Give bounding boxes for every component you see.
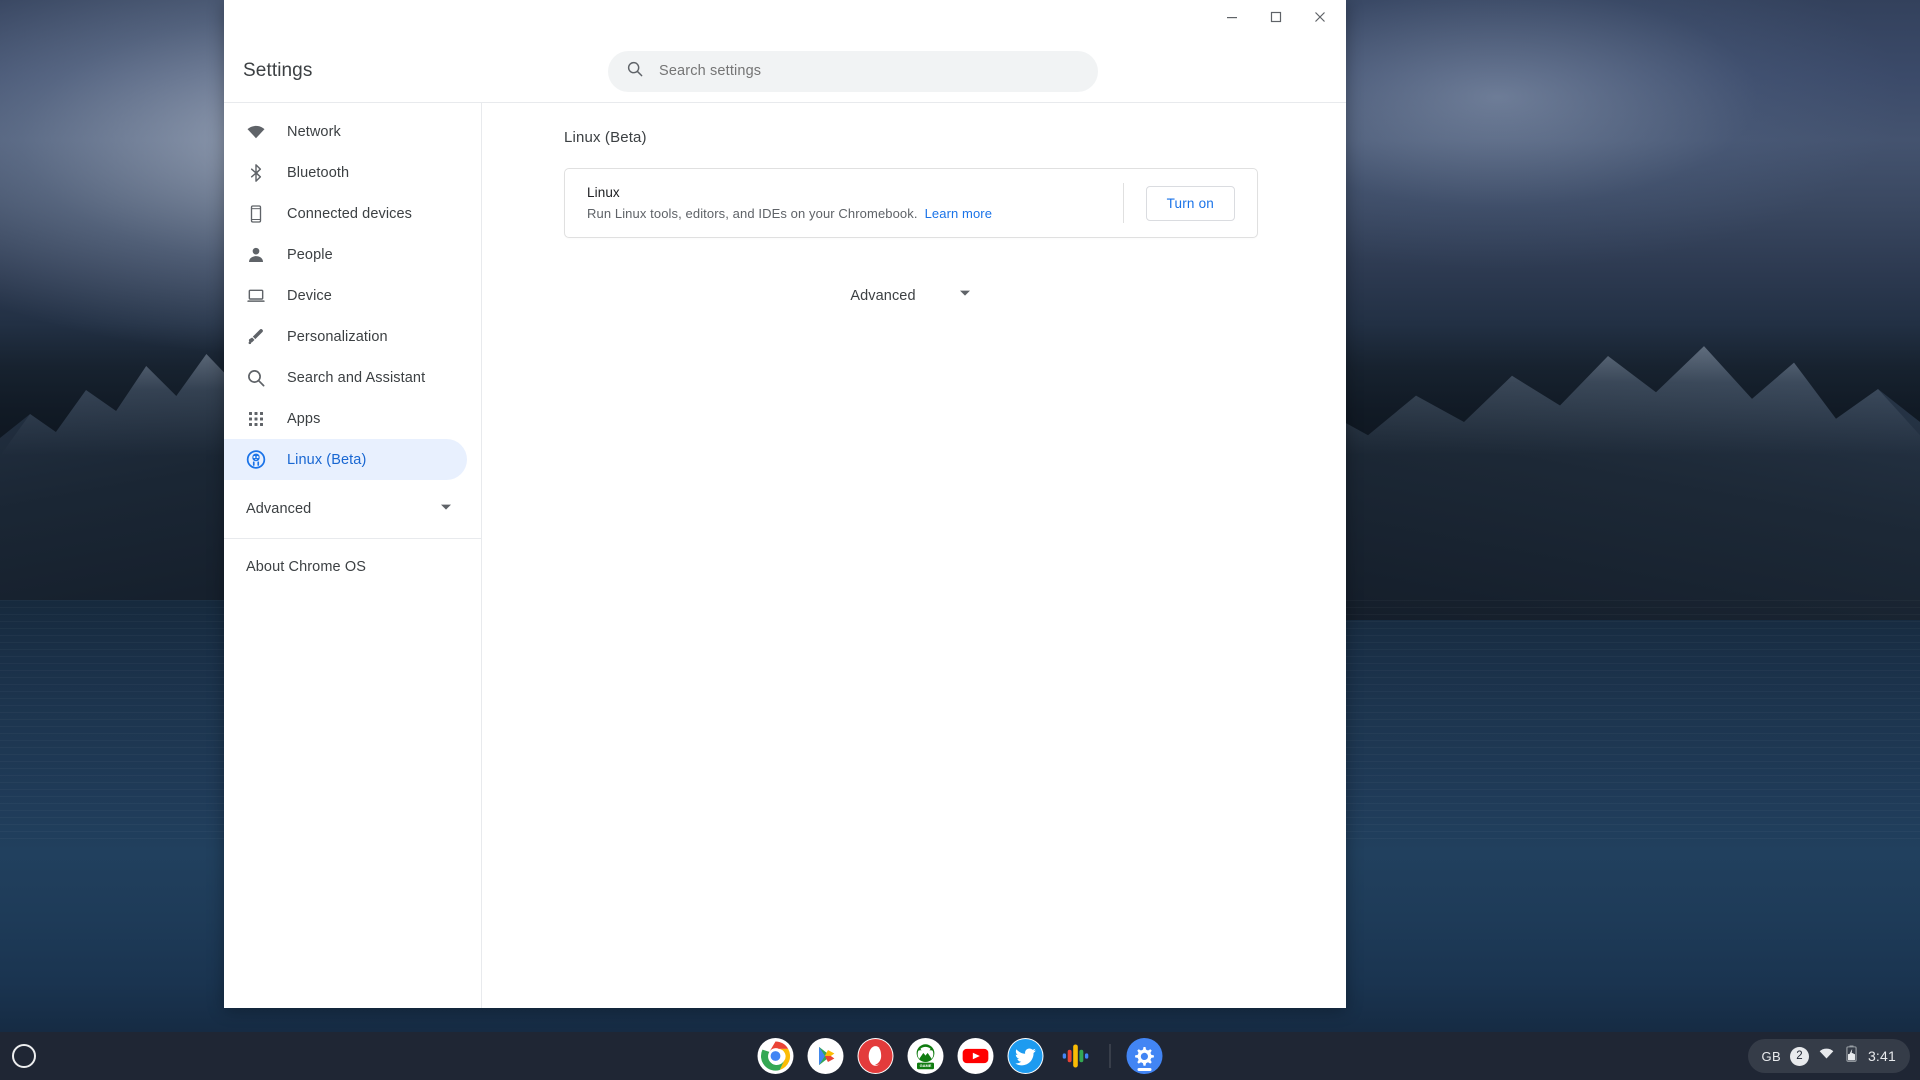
close-button[interactable] — [1298, 0, 1342, 34]
linux-card-title: Linux — [587, 185, 1123, 200]
battery-charging-icon — [1844, 1045, 1859, 1067]
sidebar-item-people[interactable]: People — [224, 234, 467, 275]
window-titlebar[interactable] — [224, 0, 1346, 40]
person-icon — [246, 245, 266, 265]
shelf-app-xbox-game-pass[interactable]: GAME — [908, 1038, 944, 1074]
turn-on-button-wrap: Turn on — [1124, 186, 1257, 221]
active-app-indicator — [1138, 1068, 1152, 1071]
shelf-app-opera-gx[interactable] — [858, 1038, 894, 1074]
sidebar-item-label: People — [287, 247, 333, 263]
clock: 3:41 — [1868, 1048, 1896, 1064]
page-title: Settings — [243, 60, 481, 82]
launcher-button[interactable] — [12, 1044, 36, 1068]
sidebar-item-connected-devices[interactable]: Connected devices — [224, 193, 467, 234]
sidebar-advanced-expander[interactable]: Advanced — [224, 486, 481, 532]
settings-window: Settings Search settings Network — [224, 0, 1346, 1008]
shelf-app-youtube[interactable] — [958, 1038, 994, 1074]
linux-card-description-text: Run Linux tools, editors, and IDEs on yo… — [587, 206, 918, 221]
shelf-app-play-store[interactable] — [808, 1038, 844, 1074]
sidebar-item-network[interactable]: Network — [224, 111, 467, 152]
maximize-button[interactable] — [1254, 0, 1298, 34]
shelf-separator — [1110, 1044, 1111, 1068]
chevron-down-icon — [958, 286, 972, 305]
sidebar-item-label: Connected devices — [287, 206, 412, 222]
wifi-icon — [1818, 1045, 1835, 1067]
smartphone-icon — [246, 204, 266, 224]
section-title: Linux (Beta) — [564, 129, 1346, 146]
laptop-icon — [246, 286, 266, 306]
sidebar-item-label: Linux (Beta) — [287, 452, 366, 468]
settings-main-content: Linux (Beta) Linux Run Linux tools, edit… — [482, 103, 1346, 1008]
search-input[interactable]: Search settings — [608, 51, 1098, 92]
sidebar-item-search-and-assistant[interactable]: Search and Assistant — [224, 357, 467, 398]
sidebar-item-label: Search and Assistant — [287, 370, 425, 386]
apps-grid-icon — [246, 409, 266, 429]
wifi-icon — [246, 122, 266, 142]
shelf-app-settings[interactable] — [1127, 1038, 1163, 1074]
minimize-button[interactable] — [1210, 0, 1254, 34]
learn-more-link[interactable]: Learn more — [925, 206, 992, 221]
search-placeholder: Search settings — [659, 63, 761, 79]
svg-text:GAME: GAME — [920, 1063, 932, 1068]
sidebar-item-linux-beta[interactable]: Linux (Beta) — [224, 439, 467, 480]
ime-indicator: GB — [1762, 1049, 1781, 1064]
sidebar-item-label: Bluetooth — [287, 165, 349, 181]
sidebar-item-about-chrome-os[interactable]: About Chrome OS — [224, 545, 481, 589]
linux-card-texts: Linux Run Linux tools, editors, and IDEs… — [587, 185, 1123, 221]
settings-sidebar: Network Bluetooth Conn — [224, 103, 482, 1008]
linux-penguin-icon — [246, 450, 266, 470]
sidebar-item-bluetooth[interactable]: Bluetooth — [224, 152, 467, 193]
main-advanced-expander[interactable]: Advanced — [564, 286, 1258, 305]
bluetooth-icon — [246, 163, 266, 183]
main-advanced-label: Advanced — [850, 288, 915, 304]
shelf-app-twitter[interactable] — [1008, 1038, 1044, 1074]
system-tray[interactable]: GB 2 3:41 — [1748, 1039, 1910, 1073]
sidebar-item-label: Device — [287, 288, 332, 304]
linux-card-description: Run Linux tools, editors, and IDEs on yo… — [587, 206, 1123, 221]
shelf-app-chrome[interactable] — [758, 1038, 794, 1074]
sidebar-advanced-label: Advanced — [246, 501, 311, 517]
search-icon — [626, 60, 644, 83]
turn-on-button[interactable]: Turn on — [1146, 186, 1235, 221]
chevron-down-icon — [439, 500, 453, 519]
sidebar-item-apps[interactable]: Apps — [224, 398, 467, 439]
settings-header: Settings Search settings — [224, 40, 1346, 103]
shelf-app-google-assistant[interactable] — [1058, 1038, 1094, 1074]
linux-setting-card: Linux Run Linux tools, editors, and IDEs… — [564, 168, 1258, 238]
shelf: GAME — [0, 1032, 1920, 1080]
shelf-app-list: GAME — [758, 1032, 1163, 1080]
sidebar-about-label: About Chrome OS — [246, 559, 366, 575]
paintbrush-icon — [246, 327, 266, 347]
sidebar-item-label: Personalization — [287, 329, 388, 345]
search-icon — [246, 368, 266, 388]
sidebar-item-device[interactable]: Device — [224, 275, 467, 316]
notification-count-badge: 2 — [1790, 1047, 1809, 1066]
sidebar-item-label: Apps — [287, 411, 320, 427]
sidebar-item-label: Network — [287, 124, 341, 140]
sidebar-divider — [224, 538, 481, 539]
sidebar-item-personalization[interactable]: Personalization — [224, 316, 467, 357]
